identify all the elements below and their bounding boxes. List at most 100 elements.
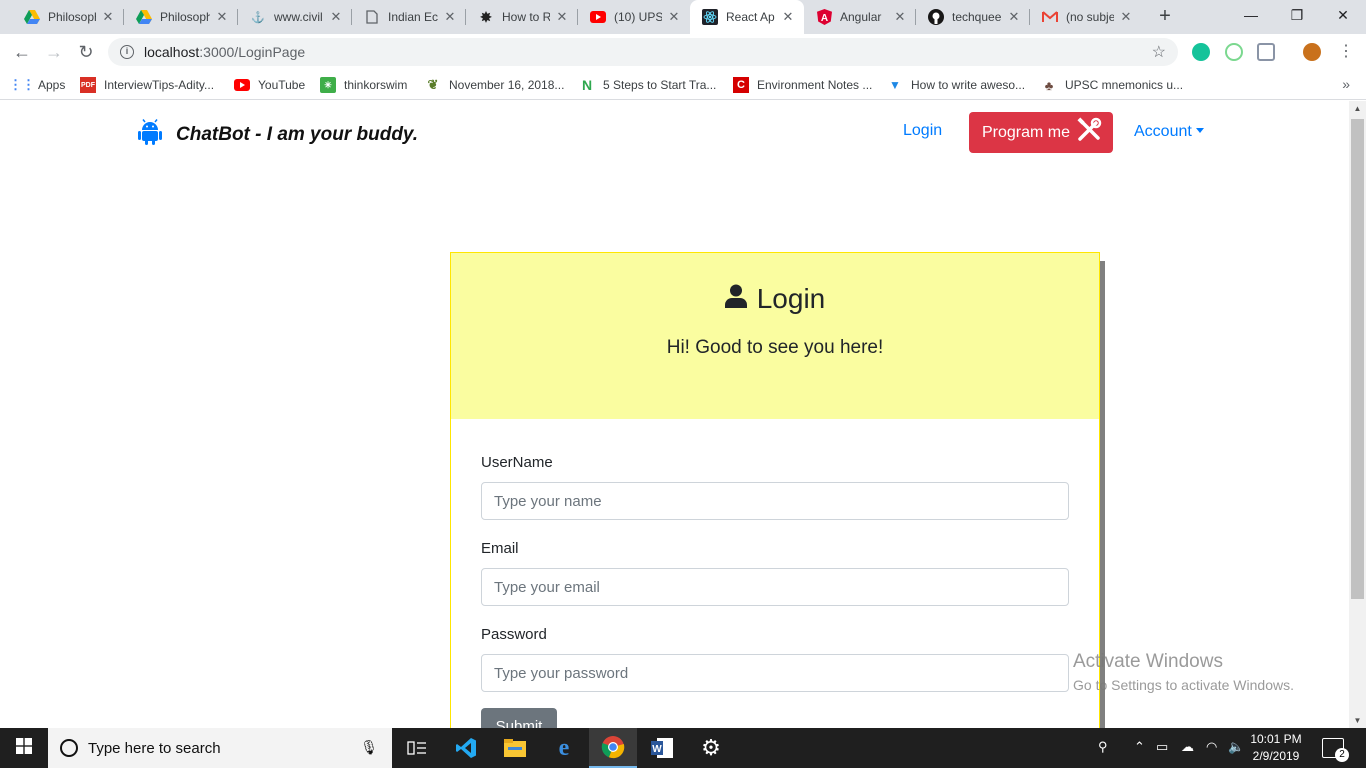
windows-taskbar: Type here to search 🎙 e W ⚙ ⚲ ⌃ ▭ ☁ ◠ 🔈 … bbox=[0, 728, 1366, 768]
react-icon bbox=[702, 9, 718, 25]
email-input[interactable] bbox=[481, 568, 1069, 606]
watermark-title: Activate Windows bbox=[1073, 651, 1223, 672]
browser-tab[interactable]: (no subje ✕ bbox=[1030, 0, 1142, 34]
close-tab-icon[interactable]: ✕ bbox=[1118, 9, 1134, 25]
close-tab-icon[interactable]: ✕ bbox=[554, 9, 570, 25]
windows-logo-icon bbox=[16, 737, 32, 759]
extension-icon[interactable] bbox=[1257, 43, 1275, 61]
github-icon bbox=[928, 9, 944, 25]
scroll-up-arrow[interactable]: ▲ bbox=[1349, 104, 1366, 113]
minimize-button[interactable]: — bbox=[1228, 0, 1274, 30]
close-tab-icon[interactable]: ✕ bbox=[666, 9, 682, 25]
bookmark-item[interactable]: C Environment Notes ... bbox=[733, 76, 872, 94]
volume-icon[interactable]: 🔈 bbox=[1228, 739, 1244, 755]
people-icon[interactable]: ⚲ bbox=[1098, 739, 1108, 755]
onedrive-cloud-icon[interactable]: ☁ bbox=[1181, 739, 1194, 755]
site-info-icon[interactable]: i bbox=[120, 45, 134, 59]
extension-icon[interactable] bbox=[1225, 43, 1243, 61]
wifi-icon[interactable]: ◠ bbox=[1206, 739, 1217, 755]
show-hidden-icons[interactable]: ⌃ bbox=[1134, 739, 1145, 755]
bookmark-item[interactable]: YouTube bbox=[234, 76, 305, 94]
profile-avatar[interactable] bbox=[1303, 43, 1321, 61]
word-icon[interactable]: W bbox=[638, 728, 686, 768]
close-tab-icon[interactable]: ✕ bbox=[892, 9, 908, 25]
submit-button[interactable]: Submit bbox=[481, 708, 557, 728]
gear-star-icon: ✸ bbox=[480, 8, 492, 25]
tab-title: Angular bbox=[840, 10, 882, 24]
new-tab-button[interactable]: + bbox=[1153, 5, 1177, 29]
bookmark-item[interactable]: PDF InterviewTips-Adity... bbox=[80, 76, 214, 94]
task-view-icon[interactable] bbox=[393, 728, 441, 768]
activate-windows-watermark: Activate Windows Go to Settings to activ… bbox=[1073, 651, 1294, 693]
close-tab-icon[interactable]: ✕ bbox=[442, 9, 458, 25]
n-logo-icon: N bbox=[581, 77, 593, 93]
page-scrollbar[interactable]: ▲ ▼ bbox=[1349, 101, 1366, 728]
scrollbar-thumb[interactable] bbox=[1351, 119, 1364, 599]
bookmark-item[interactable]: ⋮⋮ Apps bbox=[9, 76, 66, 94]
bookmark-label: UPSC mnemonics u... bbox=[1065, 78, 1184, 92]
edge-icon[interactable]: e bbox=[540, 728, 588, 768]
app-navbar: ChatBot - I am your buddy. Login Program… bbox=[0, 101, 1349, 163]
c-logo-icon: C bbox=[733, 77, 749, 93]
forward-button[interactable]: → bbox=[42, 40, 66, 64]
browser-tab[interactable]: Indian Ec ✕ bbox=[352, 0, 466, 34]
tab-title: techquee bbox=[952, 10, 1002, 24]
vscode-icon[interactable] bbox=[442, 728, 490, 768]
login-link[interactable]: Login bbox=[903, 122, 942, 140]
battery-icon[interactable]: ▭ bbox=[1156, 739, 1168, 755]
taskbar-search[interactable]: Type here to search 🎙 bbox=[48, 728, 392, 768]
browser-tab[interactable]: ⚓ www.civil ✕ bbox=[238, 0, 352, 34]
browser-tab[interactable]: techquee ✕ bbox=[916, 0, 1030, 34]
settings-gear-icon[interactable]: ⚙ bbox=[687, 728, 735, 768]
address-bar[interactable]: i localhost:3000/LoginPage ☆ bbox=[108, 38, 1178, 66]
close-tab-icon[interactable]: ✕ bbox=[214, 9, 230, 25]
username-label: UserName bbox=[481, 454, 553, 471]
bookmark-item[interactable]: ▼ How to write aweso... bbox=[887, 76, 1025, 94]
close-window-button[interactable]: ✕ bbox=[1320, 0, 1366, 30]
chrome-taskbar-icon[interactable] bbox=[589, 728, 637, 768]
bookmark-item[interactable]: N 5 Steps to Start Tra... bbox=[579, 76, 716, 94]
close-tab-icon[interactable]: ✕ bbox=[100, 9, 116, 25]
brand-title: ChatBot - I am your buddy. bbox=[176, 123, 419, 145]
account-dropdown[interactable]: Account bbox=[1134, 123, 1204, 141]
program-me-button[interactable]: Program me bbox=[969, 112, 1113, 153]
menu-icon[interactable]: ⋮ bbox=[1334, 40, 1358, 64]
maximize-button[interactable]: ❐ bbox=[1274, 0, 1320, 30]
login-title: Login bbox=[756, 283, 826, 314]
browser-tab[interactable]: Philosoph ✕ bbox=[12, 0, 124, 34]
browser-tab[interactable]: A Angular ✕ bbox=[804, 0, 916, 34]
tab-title: Indian Ec bbox=[388, 10, 438, 24]
browser-tab[interactable]: ✸ How to R ✕ bbox=[466, 0, 578, 34]
close-tab-icon[interactable]: ✕ bbox=[328, 9, 344, 25]
bookmark-star-icon[interactable]: ☆ bbox=[1152, 42, 1166, 62]
back-button[interactable]: ← bbox=[10, 40, 34, 64]
start-button[interactable] bbox=[0, 728, 48, 768]
microphone-icon[interactable]: 🎙 bbox=[360, 739, 378, 756]
login-card-header: Login Hi! Good to see you here! bbox=[451, 253, 1099, 419]
tab-title: (no subje bbox=[1066, 10, 1114, 24]
tab-title: Philosoph bbox=[160, 10, 210, 24]
more-bookmarks-icon[interactable]: » bbox=[1342, 76, 1350, 92]
browser-tab[interactable]: (10) UPSC ✕ bbox=[578, 0, 690, 34]
bookmark-item[interactable]: ♣ UPSC mnemonics u... bbox=[1041, 76, 1183, 94]
close-tab-icon[interactable]: ✕ bbox=[1006, 9, 1022, 25]
file-explorer-icon[interactable] bbox=[491, 728, 539, 768]
close-tab-icon[interactable]: ✕ bbox=[780, 9, 796, 25]
brand[interactable]: ChatBot - I am your buddy. bbox=[138, 119, 418, 150]
grammarly-extension-icon[interactable] bbox=[1192, 43, 1210, 61]
reload-button[interactable]: ↻ bbox=[74, 40, 98, 64]
youtube-icon bbox=[590, 9, 606, 25]
password-input[interactable] bbox=[481, 654, 1069, 692]
taskbar-clock[interactable]: 10:01 PM 2/9/2019 bbox=[1246, 731, 1306, 765]
login-card: Login Hi! Good to see you here! UserName… bbox=[450, 252, 1100, 728]
browser-tab[interactable]: Philosoph ✕ bbox=[124, 0, 238, 34]
browser-tab-active[interactable]: React Ap ✕ bbox=[690, 0, 804, 34]
bookmark-label: Apps bbox=[38, 78, 66, 92]
funnel-icon: ▼ bbox=[889, 78, 901, 92]
bookmark-item[interactable]: ❦ November 16, 2018... bbox=[425, 76, 565, 94]
bookmark-item[interactable]: ✳ thinkorswim bbox=[320, 76, 407, 94]
notification-count-badge: 2 bbox=[1335, 748, 1349, 762]
android-icon bbox=[138, 119, 162, 150]
username-input[interactable] bbox=[481, 482, 1069, 520]
scroll-down-arrow[interactable]: ▼ bbox=[1349, 716, 1366, 725]
